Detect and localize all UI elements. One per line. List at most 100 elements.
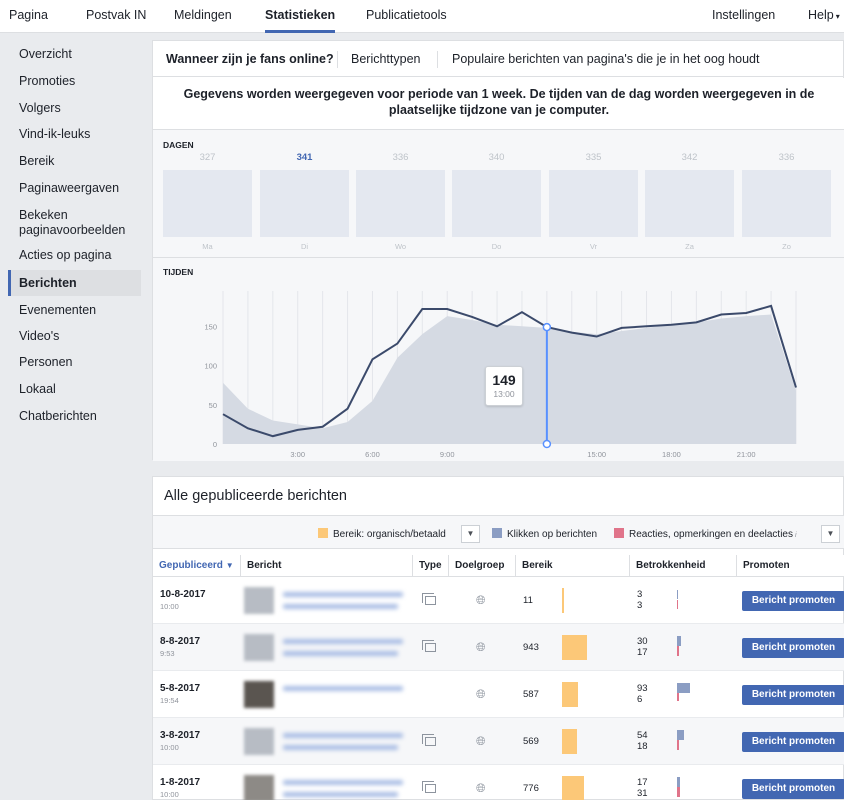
col-gepubliceerd[interactable]: Gepubliceerd ▼	[153, 555, 240, 577]
promote-post-button[interactable]: Bericht promoten	[742, 685, 844, 705]
day-name: Do	[491, 242, 502, 251]
reach-value: 587	[523, 689, 539, 700]
post-date: 8-8-2017	[160, 636, 201, 647]
post-thumbnail[interactable]	[244, 775, 274, 800]
reach-bar	[562, 635, 587, 660]
posts-legend: Bereik: organisch/betaald ▼ Klikken op b…	[153, 515, 844, 549]
sidebar-item-personen[interactable]: Personen	[8, 355, 141, 370]
sidebar-item-vind-ik-leuks[interactable]: Vind-ik-leuks	[8, 127, 141, 142]
chevron-down-icon[interactable]: ▼	[461, 525, 480, 543]
post-text-blurred[interactable]	[283, 592, 403, 597]
nav-instellingen[interactable]: Instellingen	[712, 0, 775, 33]
post-text-blurred[interactable]	[283, 733, 403, 738]
post-text-blurred[interactable]	[283, 745, 398, 750]
sidebar-item-evenementen[interactable]: Evenementen	[8, 303, 141, 318]
sidebar-item-volgers[interactable]: Volgers	[8, 101, 141, 116]
post-text-blurred[interactable]	[283, 604, 398, 609]
reach-value: 776	[523, 783, 539, 794]
col-type[interactable]: Type	[412, 555, 448, 577]
y-tick-label: 100	[204, 362, 217, 371]
table-row[interactable]: 5-8-2017 19:54 🌐︎ 587 93 6 Bericht promot…	[153, 671, 844, 718]
post-text-blurred[interactable]	[283, 792, 398, 797]
post-text-blurred[interactable]	[283, 686, 403, 691]
reach-value: 569	[523, 736, 539, 747]
day-bar	[452, 170, 541, 237]
post-text-blurred[interactable]	[283, 651, 398, 656]
top-navigation: Pagina Postvak IN Meldingen Statistieken…	[0, 0, 844, 33]
legend-label: Bereik: organisch/betaald	[333, 529, 446, 540]
nav-postvak-in[interactable]: Postvak IN	[86, 0, 146, 33]
tab-berichttypen[interactable]: Berichttypen	[351, 41, 420, 77]
reach-value: 943	[523, 642, 539, 653]
post-time: 9:53	[160, 649, 175, 658]
day-bar	[549, 170, 638, 237]
post-thumbnail[interactable]	[244, 681, 274, 708]
clicks-value: 54	[637, 730, 648, 741]
promote-post-button[interactable]: Bericht promoten	[742, 591, 844, 611]
day-value: 327	[199, 152, 216, 163]
sidebar-item-overzicht[interactable]: Overzicht	[8, 47, 141, 62]
sidebar-item-videos[interactable]: Video's	[8, 329, 141, 344]
tab-populaire-berichten[interactable]: Populaire berichten van pagina's die je …	[452, 41, 759, 77]
col-label: Gepubliceerd	[159, 560, 223, 571]
sidebar-item-paginavoorbeelden[interactable]: Bekeken paginavoorbeelden	[8, 208, 141, 238]
times-line-chart[interactable]: 0 50 100 150 3:00 6:00 9:00 15:00 18:00 21:00	[153, 258, 844, 461]
reactions-bar	[677, 787, 680, 797]
fans-online-panel: Wanneer zijn je fans online? Berichttype…	[152, 40, 844, 461]
day-value: 342	[681, 152, 698, 163]
reactions-bar	[677, 740, 679, 750]
clicks-bar	[677, 777, 680, 787]
table-row[interactable]: 1-8-2017 10:00 🌐︎ 776 17 31 Bericht promo…	[153, 765, 844, 800]
day-name: Di	[300, 242, 309, 251]
x-tick-label: 15:00	[587, 450, 606, 459]
nav-help[interactable]: Help ▾	[808, 0, 840, 33]
table-row[interactable]: 3-8-2017 10:00 🌐︎ 569 54 18 Bericht promo…	[153, 718, 844, 765]
sidebar-item-bereik[interactable]: Bereik	[8, 154, 141, 169]
tooltip-value: 149	[492, 372, 516, 388]
sidebar-item-paginaweergaven[interactable]: Paginaweergaven	[8, 181, 141, 196]
posts-title: Alle gepubliceerde berichten	[164, 488, 347, 504]
col-bericht[interactable]: Bericht	[240, 555, 412, 577]
col-bereik[interactable]: Bereik	[515, 555, 629, 577]
days-chart: DAGEN 327 Ma 341 Di 336 Wo 340 Do 335 Vr…	[153, 130, 844, 258]
promote-post-button[interactable]: Bericht promoten	[742, 779, 844, 799]
globe-icon: 🌐︎	[476, 640, 486, 654]
tab-fans-online[interactable]: Wanneer zijn je fans online?	[166, 41, 334, 77]
help-label: Help	[808, 8, 834, 22]
reactions-value: 3	[637, 600, 643, 611]
post-thumbnail[interactable]	[244, 587, 274, 614]
legend-reactions: Reacties, opmerkingen en deelacties i	[614, 528, 797, 540]
day-bar	[645, 170, 734, 237]
reach-bar	[562, 588, 564, 613]
col-betrokkenheid[interactable]: Betrokkenheid	[629, 555, 736, 577]
promote-post-button[interactable]: Bericht promoten	[742, 732, 844, 752]
table-row[interactable]: 8-8-2017 9:53 🌐︎ 943 30 17 Bericht promot…	[153, 624, 844, 671]
post-thumbnail[interactable]	[244, 728, 274, 755]
engagement-values: 30 17	[637, 636, 648, 658]
sidebar-item-chatberichten[interactable]: Chatberichten	[8, 409, 141, 424]
post-text-blurred[interactable]	[283, 780, 403, 785]
sidebar-item-promoties[interactable]: Promoties	[8, 74, 141, 89]
nav-pagina[interactable]: Pagina	[9, 0, 48, 33]
info-icon[interactable]: i	[795, 532, 797, 539]
sidebar-item-acties[interactable]: Acties op pagina	[8, 248, 141, 263]
album-type-icon	[422, 640, 436, 652]
day-name: Wo	[394, 242, 407, 251]
globe-icon: 🌐︎	[476, 687, 486, 701]
clicks-value: 17	[637, 777, 648, 788]
col-promoten[interactable]: Promoten	[736, 555, 844, 577]
chevron-down-icon[interactable]: ▼	[821, 525, 840, 543]
col-doelgroep[interactable]: Doelgroep	[448, 555, 515, 577]
clicks-bar	[677, 636, 681, 646]
table-row[interactable]: 10-8-2017 10:00 🌐︎ 11 33 Bericht promote…	[153, 577, 844, 624]
sidebar-item-berichten[interactable]: Berichten	[8, 270, 141, 296]
promote-post-button[interactable]: Bericht promoten	[742, 638, 844, 658]
post-text-blurred[interactable]	[283, 639, 403, 644]
nav-statistieken[interactable]: Statistieken	[265, 0, 336, 33]
post-thumbnail[interactable]	[244, 634, 274, 661]
nav-meldingen[interactable]: Meldingen	[174, 0, 232, 33]
nav-publicatietools[interactable]: Publicatietools	[366, 0, 447, 33]
sidebar-item-lokaal[interactable]: Lokaal	[8, 382, 141, 397]
engagement-values: 93 6	[637, 683, 648, 705]
sort-desc-icon: ▼	[225, 561, 234, 570]
